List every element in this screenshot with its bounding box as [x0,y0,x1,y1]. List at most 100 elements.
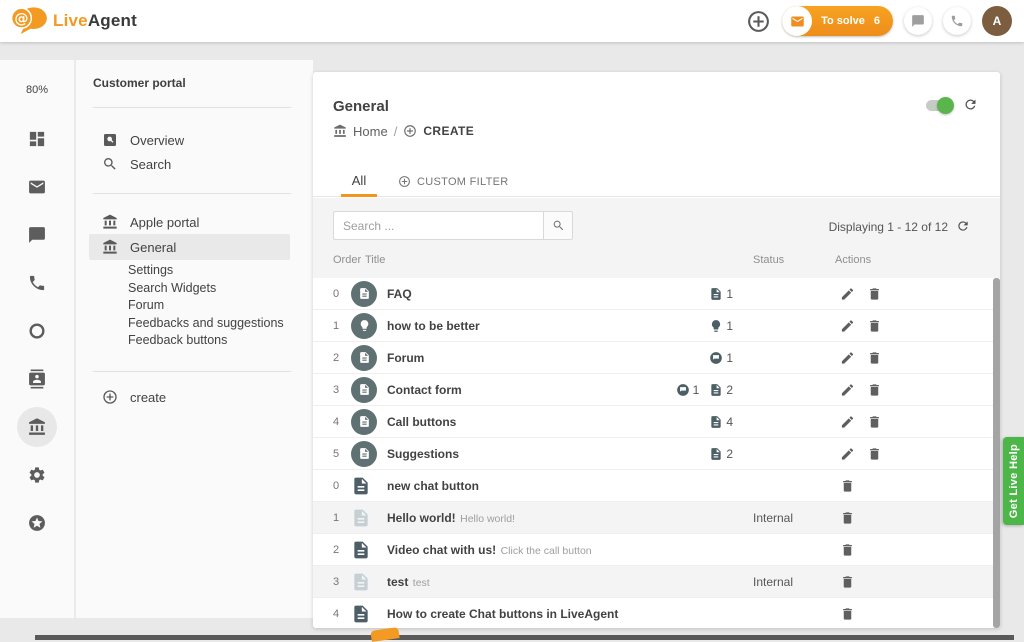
row-title: test [387,574,408,588]
row-title: Suggestions [387,446,459,460]
calls-icon[interactable] [28,274,47,293]
liveagent-logo[interactable]: @ LiveAgent [10,5,137,37]
sidebar-subitem-forum[interactable]: Forum [128,298,164,312]
document-avatar-icon [351,441,377,467]
to-solve-label: To solve [821,15,865,27]
divider [93,371,291,372]
row-title: Hello world! [387,510,456,524]
get-live-help-label: Get Live Help [1008,444,1020,518]
active-tab-underline [341,194,377,197]
table-row[interactable]: 0 new chat button [313,470,1000,502]
edit-button[interactable] [840,286,855,301]
edit-button[interactable] [840,382,855,397]
doc-status-icon: 1 [709,287,733,301]
breadcrumb-create[interactable]: CREATE [423,124,474,138]
row-title: FAQ [387,286,412,300]
gamification-icon[interactable] [28,514,47,533]
dashboard-icon[interactable] [28,130,47,149]
row-order: 5 [333,448,339,460]
sidebar-item-search[interactable]: Search [76,152,313,176]
bulb-status-icon: 1 [709,319,733,333]
delete-button[interactable] [867,350,882,365]
row-order: 3 [333,576,339,588]
chat-icon [911,14,925,28]
sidebar-subitem-search-widgets[interactable]: Search Widgets [128,281,216,295]
settings-icon[interactable] [28,466,47,485]
table-row[interactable]: 0 FAQ 1 [313,278,1000,310]
breadcrumb-home[interactable]: Home [353,124,388,139]
table-row[interactable]: 4 How to create Chat buttons in LiveAgen… [313,598,1000,628]
table-row[interactable]: 4 Call buttons 4 [313,406,1000,438]
table-scrollbar[interactable] [993,278,1000,628]
table-row[interactable]: 5 Suggestions 2 [313,438,1000,470]
divider [93,107,291,108]
table-body: 0 FAQ 1 1 how to be better 1 2 Forum 1 3 [313,278,1000,628]
search-input[interactable] [333,211,543,240]
document-icon [351,508,371,528]
sidebar-subitem-settings[interactable]: Settings [128,263,173,277]
delete-button[interactable] [840,478,855,493]
contacts-icon[interactable] [28,370,47,389]
sidebar-item-create[interactable]: create [76,385,313,409]
to-solve-button[interactable]: To solve 6 [782,6,893,36]
delete-button[interactable] [840,542,855,557]
row-order: 3 [333,384,339,396]
tickets-icon[interactable] [28,178,47,197]
row-title: how to be better [387,318,480,332]
delete-button[interactable] [840,574,855,589]
table-row[interactable]: 3 test test Internal [313,566,1000,598]
row-actions [840,350,882,365]
row-actions [840,542,855,557]
edit-button[interactable] [840,414,855,429]
get-live-help-button[interactable]: Get Live Help [1003,437,1024,525]
delete-button[interactable] [867,446,882,461]
column-actions: Actions [835,254,871,266]
edit-button[interactable] [840,446,855,461]
add-new-button[interactable] [746,9,771,34]
table-row[interactable]: 1 Hello world! Hello world! Internal [313,502,1000,534]
user-avatar[interactable]: A [982,6,1012,36]
edit-button[interactable] [840,318,855,333]
sidebar-item-overview[interactable]: Overview [76,128,313,152]
doc-status-icon: 2 [709,383,733,397]
row-title: How to create Chat buttons in LiveAgent [387,606,618,620]
refresh-list-icon[interactable] [956,219,970,233]
sidebar-subitem-feedback-buttons[interactable]: Feedback buttons [128,333,227,347]
portal-enabled-toggle[interactable] [926,100,952,111]
row-actions [840,414,882,429]
tab-all[interactable]: All [341,173,377,188]
delete-button[interactable] [867,414,882,429]
delete-button[interactable] [867,318,882,333]
tab-custom-filter[interactable]: CUSTOM FILTER [398,175,509,188]
delete-button[interactable] [867,382,882,397]
status-ring-icon[interactable] [28,322,47,341]
sidebar-item-apple-portal[interactable]: Apple portal [76,210,313,234]
edit-button[interactable] [840,350,855,365]
search-button[interactable] [543,211,573,240]
calls-button[interactable] [943,7,971,35]
sidebar-subitem-feedbacks[interactable]: Feedbacks and suggestions [128,316,284,330]
table-row[interactable]: 3 Contact form 12 [313,374,1000,406]
row-actions [840,318,882,333]
bank-icon [102,239,118,255]
row-actions [840,478,855,493]
customer-portal-icon[interactable] [28,418,47,437]
chats-icon[interactable] [28,226,47,245]
customer-portal-sidebar: Customer portal Overview Search Apple po… [76,60,313,618]
delete-button[interactable] [840,606,855,621]
table-row[interactable]: 2 Forum 1 [313,342,1000,374]
refresh-icon[interactable] [963,97,978,112]
chats-button[interactable] [904,7,932,35]
table-row[interactable]: 1 how to be better 1 [313,310,1000,342]
delete-button[interactable] [867,286,882,301]
row-title: Call buttons [387,414,456,428]
table-row[interactable]: 2 Video chat with us! Click the call but… [313,534,1000,566]
delete-button[interactable] [840,510,855,525]
row-order: 1 [333,320,339,332]
row-status-icons: 1 [709,319,733,333]
sidebar-item-label: create [130,390,166,405]
tab-label: CUSTOM FILTER [417,176,509,188]
comment-status-icon: 1 [676,383,700,397]
ticket-envelope-icon [782,6,812,36]
sidebar-item-general[interactable]: General [76,235,313,259]
